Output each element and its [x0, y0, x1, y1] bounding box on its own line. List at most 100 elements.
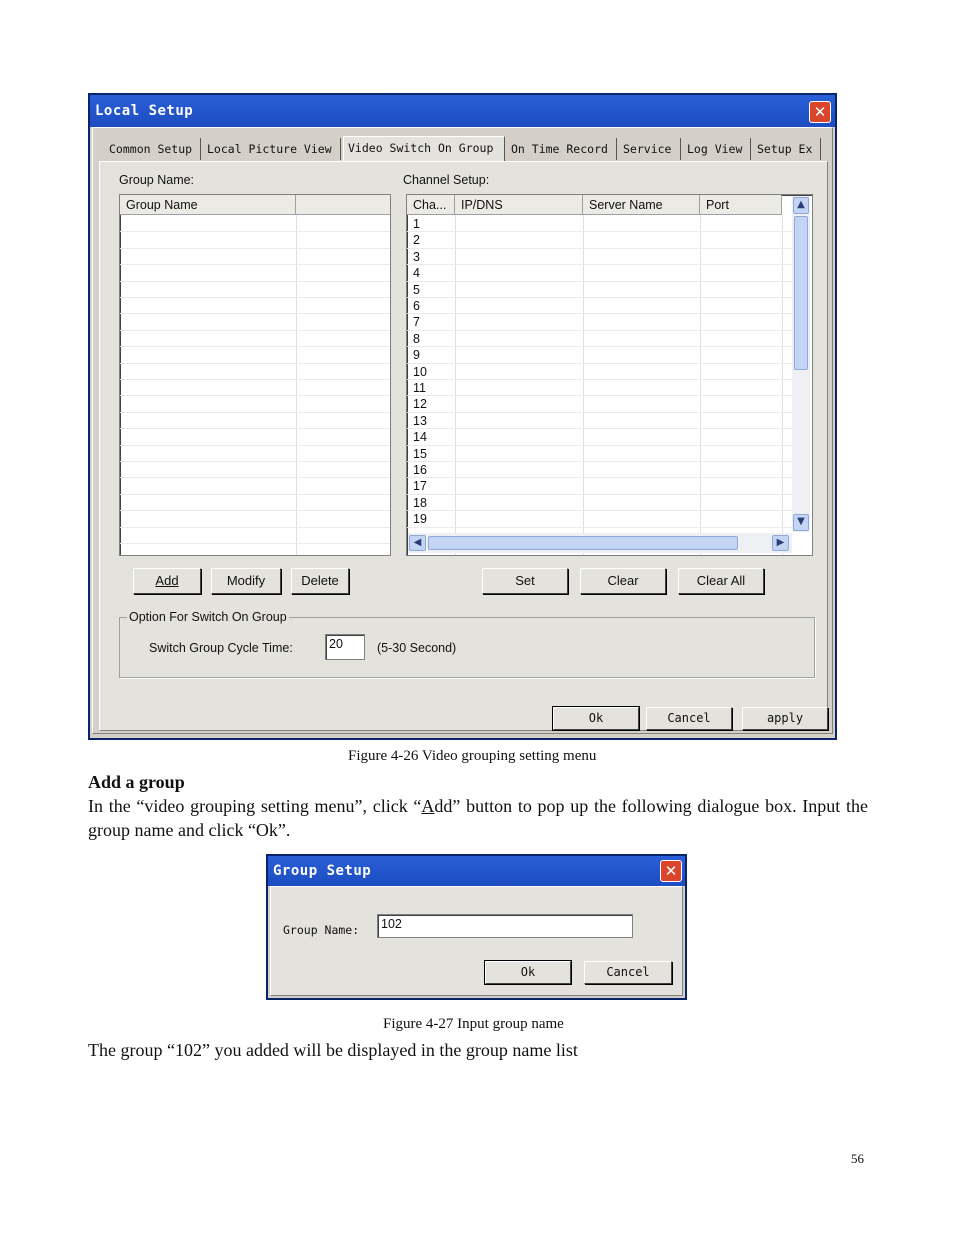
port-column-header[interactable]: Port: [700, 195, 782, 215]
channel-row-number[interactable]: 2: [413, 232, 420, 248]
row-separator: [120, 280, 390, 282]
tab-common-setup[interactable]: Common Setup: [105, 138, 201, 160]
group-name-input[interactable]: 102: [377, 914, 633, 938]
row-separator: [120, 510, 390, 512]
row-separator: [120, 461, 390, 462]
channel-row-number[interactable]: 11: [413, 380, 426, 396]
cycle-time-label: Switch Group Cycle Time:: [149, 641, 293, 655]
channel-row-number[interactable]: 19: [413, 511, 427, 527]
channel-row-number[interactable]: 15: [413, 446, 427, 462]
vertical-scrollbar[interactable]: ▲ ▼: [792, 196, 810, 532]
channel-row-number[interactable]: 12: [413, 396, 427, 412]
row-separator: [120, 297, 390, 298]
channel-row-number[interactable]: 14: [413, 429, 427, 445]
row-separator: [407, 461, 792, 462]
channel-row-number[interactable]: 9: [413, 347, 420, 363]
tab-video-switch-on-group[interactable]: Video Switch On Group: [343, 136, 505, 162]
tab-service[interactable]: Service: [619, 138, 681, 160]
tab-setup-ex[interactable]: Setup Ex: [753, 138, 821, 160]
channel-row-number[interactable]: 5: [413, 282, 420, 298]
tab-on-time-record[interactable]: On Time Record: [507, 138, 617, 160]
row-separator: [407, 493, 792, 495]
dialog-body: Common Setup Local Picture View Video Sw…: [92, 127, 833, 734]
scroll-thumb[interactable]: [794, 216, 808, 370]
row-separator: [407, 362, 792, 364]
channel-row-number[interactable]: 3: [413, 249, 420, 265]
modify-button-label: Modify: [226, 573, 266, 588]
channel-row-number[interactable]: 17: [413, 478, 427, 494]
channel-row-number[interactable]: 10: [413, 364, 427, 380]
group-ok-button[interactable]: Ok: [484, 960, 572, 985]
channel-setup-table[interactable]: Cha... IP/DNS Server Name Port 123456789…: [406, 194, 813, 556]
row-separator: [407, 329, 792, 331]
column-divider: [296, 215, 297, 555]
row-separator: [120, 411, 390, 413]
row-separator: [407, 280, 792, 282]
scroll-down-icon[interactable]: ▼: [793, 514, 809, 531]
set-button[interactable]: Set: [482, 568, 568, 594]
row-separator: [120, 329, 390, 331]
horizontal-scrollbar[interactable]: ◀ ▶: [408, 533, 792, 553]
page-number: 56: [851, 1151, 864, 1166]
channel-column-header[interactable]: Cha...: [407, 195, 455, 215]
row-separator: [120, 477, 390, 479]
scroll-left-icon[interactable]: ◀: [409, 535, 426, 551]
modify-button[interactable]: Modify: [211, 568, 281, 594]
row-separator: [120, 313, 390, 315]
add-button[interactable]: Add: [133, 568, 201, 594]
group-setup-title-bar: Group Setup ✕: [268, 856, 685, 886]
option-groupbox-label: Option For Switch On Group: [127, 610, 289, 624]
apply-button[interactable]: apply: [742, 707, 828, 730]
closing-text: The group “102” you added will be displa…: [88, 1040, 578, 1060]
tab-local-picture-view[interactable]: Local Picture View: [203, 138, 341, 160]
tab-log-view[interactable]: Log View: [683, 138, 751, 160]
row-separator: [407, 510, 792, 512]
group-name-column-header[interactable]: Group Name: [120, 195, 296, 215]
hscroll-thumb[interactable]: [428, 536, 738, 550]
channel-row-number[interactable]: 13: [413, 413, 427, 429]
group-cancel-button[interactable]: Cancel: [584, 961, 672, 984]
row-separator: [407, 231, 792, 233]
dialog-title: Local Setup: [95, 103, 194, 119]
channel-row-number[interactable]: 16: [413, 462, 427, 478]
row-separator: [407, 247, 792, 249]
row-separator: [120, 444, 390, 446]
close-icon[interactable]: ✕: [809, 101, 831, 123]
channel-row-number[interactable]: 7: [413, 314, 420, 330]
group-name-list[interactable]: Group Name: [119, 194, 391, 556]
delete-button[interactable]: Delete: [291, 568, 349, 594]
channel-row-number[interactable]: 8: [413, 331, 420, 347]
group-name-label: Group Name:: [119, 173, 195, 187]
scroll-right-icon[interactable]: ▶: [772, 535, 789, 551]
column-divider: [583, 215, 584, 555]
clear-all-button-label: Clear All: [696, 573, 746, 588]
title-bar: Local Setup ✕: [90, 95, 835, 127]
channel-row-number[interactable]: 18: [413, 495, 427, 511]
row-separator: [120, 526, 390, 528]
clear-all-button[interactable]: Clear All: [678, 568, 764, 594]
cycle-range-label: (5-30 Second): [377, 641, 457, 655]
figure-caption-4-26: Figure 4-26 Video grouping setting menu: [348, 748, 597, 764]
cancel-button-label: Cancel: [667, 711, 711, 725]
cancel-button[interactable]: Cancel: [646, 707, 732, 730]
scroll-up-icon[interactable]: ▲: [793, 197, 809, 214]
apply-button-label: apply: [766, 711, 804, 725]
channel-row-number[interactable]: 6: [413, 298, 420, 314]
channel-row-number[interactable]: 1: [413, 216, 420, 232]
ok-button[interactable]: Ok: [552, 706, 640, 731]
row-separator: [407, 428, 792, 430]
channel-setup-label: Channel Setup:: [403, 173, 490, 187]
row-separator: [407, 264, 792, 266]
clear-button[interactable]: Clear: [580, 568, 666, 594]
cycle-time-input[interactable]: 20: [325, 634, 365, 660]
paragraph-underlined: A: [421, 796, 435, 816]
channel-row-number[interactable]: 4: [413, 265, 420, 281]
server-name-column-header[interactable]: Server Name: [583, 195, 700, 215]
row-separator: [120, 395, 390, 397]
close-icon[interactable]: ✕: [660, 860, 682, 882]
row-separator: [407, 346, 792, 348]
row-separator: [120, 362, 390, 364]
row-separator: [407, 477, 792, 479]
group-extra-column-header[interactable]: [296, 195, 390, 215]
ip-dns-column-header[interactable]: IP/DNS: [455, 195, 583, 215]
